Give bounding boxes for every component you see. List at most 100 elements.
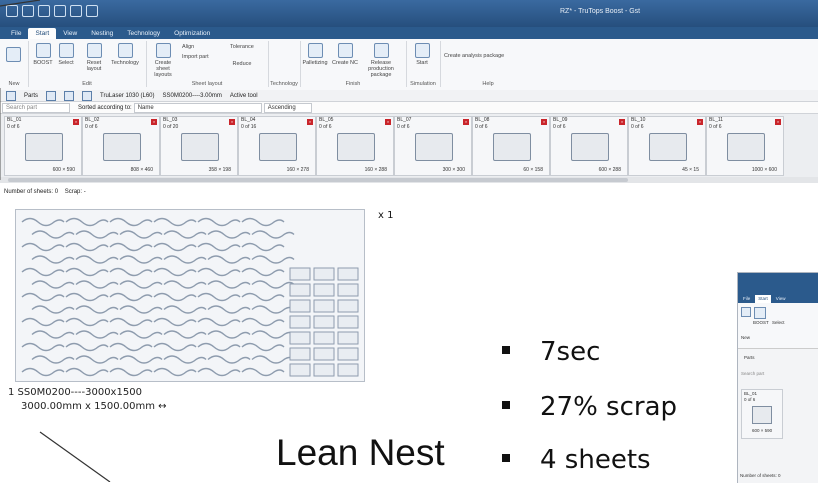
tolerance-label: Tolerance — [230, 44, 254, 50]
open-icon[interactable] — [54, 5, 66, 17]
save-icon[interactable] — [38, 5, 50, 17]
remove-part-icon[interactable]: × — [151, 119, 157, 125]
nested-part — [21, 292, 65, 302]
select-button[interactable]: Select — [56, 43, 76, 66]
align-button[interactable]: Align — [182, 44, 218, 50]
release-button[interactable]: Release production package — [360, 43, 402, 78]
boost-button[interactable]: BOOST — [32, 43, 54, 66]
remove-part-icon[interactable]: × — [697, 119, 703, 125]
sort-label: Sorted according to: — [78, 104, 132, 111]
machine-format[interactable]: TruLaser 1030 (L60) — [100, 93, 154, 99]
new-button[interactable] — [6, 47, 21, 64]
machine-icon[interactable] — [46, 90, 57, 101]
search-input[interactable]: Search part — [2, 102, 70, 113]
search-bar: Search part Sorted according to: Name As… — [0, 102, 818, 114]
tab-file[interactable]: File — [4, 28, 28, 39]
ribbon-group-label: Technology — [270, 81, 298, 87]
tab-start[interactable]: Start — [28, 28, 57, 39]
nest-icon[interactable] — [86, 5, 98, 17]
parts-label: Parts — [24, 92, 39, 99]
grid-view-icon[interactable] — [82, 90, 93, 101]
undo-icon[interactable] — [6, 5, 18, 17]
remove-part-icon[interactable]: × — [775, 119, 781, 125]
part-card[interactable]: BL_03 0 of 20 × 358 × 198 — [160, 116, 238, 176]
part-shape-preview — [571, 133, 609, 161]
remove-part-icon[interactable]: × — [619, 119, 625, 125]
analysis-button[interactable]: Create analysis package — [444, 53, 534, 59]
bullet-text: 7sec — [540, 337, 601, 367]
nested-part — [153, 267, 197, 277]
tab-optimization[interactable]: Optimization — [167, 28, 217, 39]
technology-icon — [117, 43, 133, 58]
remove-part-icon[interactable]: × — [463, 119, 469, 125]
part-card[interactable]: BL_07 0 of 6 × 300 × 300 — [394, 116, 472, 176]
ribbon-group-simulation: Start Simulation — [406, 41, 441, 87]
remove-part-icon[interactable]: × — [307, 119, 313, 125]
tab-nesting[interactable]: Nesting — [84, 28, 120, 39]
checkbox-icon[interactable] — [6, 90, 16, 101]
ribbon-group-technology: Technology — [268, 41, 301, 87]
inset-tab-view[interactable]: View — [773, 295, 789, 303]
material-format[interactable]: SS0M0200----3.00mm — [163, 93, 222, 99]
part-card[interactable]: BL_02 0 of 6 × 808 × 460 — [82, 116, 160, 176]
part-dimensions: 600 × 590 — [52, 167, 75, 173]
nested-sheet[interactable] — [15, 209, 365, 382]
remove-part-icon[interactable]: × — [385, 119, 391, 125]
start-simulation-button[interactable]: Start — [410, 43, 434, 66]
sort-select[interactable]: Name — [133, 102, 262, 113]
remove-part-icon[interactable]: × — [73, 119, 79, 125]
part-card[interactable]: BL_04 0 of 16 × 160 × 278 — [238, 116, 316, 176]
nested-part — [109, 317, 153, 327]
horizontal-scrollbar[interactable] — [0, 177, 818, 183]
create-sheet-button[interactable]: Create sheet layouts — [148, 43, 178, 78]
nested-part — [241, 292, 285, 302]
reduce-button[interactable]: Reduce — [230, 61, 254, 67]
align-label: Align — [182, 44, 195, 50]
tab-technology[interactable]: Technology — [120, 28, 167, 39]
part-shape-preview — [649, 133, 687, 161]
create-sheet-label: Create sheet layouts — [154, 60, 172, 78]
part-count: 0 of 6 — [85, 124, 98, 130]
inset-new-icon — [741, 307, 751, 317]
part-card[interactable]: BL_08 0 of 6 × 60 × 158 — [472, 116, 550, 176]
remove-part-icon[interactable]: × — [229, 119, 235, 125]
inset-tab-start[interactable]: Start — [755, 295, 771, 303]
tolerance-button[interactable]: Tolerance — [230, 44, 264, 50]
inset-tab-file[interactable]: File — [740, 295, 753, 303]
nested-part — [119, 330, 163, 339]
part-card[interactable]: BL_09 0 of 6 × 600 × 288 — [550, 116, 628, 176]
bullet-scrap: 27% scrap — [502, 392, 677, 422]
part-card[interactable]: BL_01 0 of 6 × 600 × 590 — [4, 116, 82, 176]
redo-icon[interactable] — [22, 5, 34, 17]
nested-part — [31, 305, 75, 314]
palletizing-button[interactable]: Palletizing — [300, 43, 330, 66]
tab-view[interactable]: View — [56, 28, 84, 39]
inset-search-input[interactable]: Search part — [741, 371, 764, 376]
import-part-button[interactable]: Import part — [182, 54, 222, 60]
bullet-sheets: 4 sheets — [502, 445, 651, 475]
sheet-dimensions: 3000.00mm x 1500.00mm ↔ — [21, 401, 167, 412]
nested-rect-part — [313, 347, 335, 361]
bullet-text: 4 sheets — [540, 445, 651, 475]
nested-part — [241, 342, 285, 352]
nested-rect-part — [337, 315, 359, 329]
technology-button[interactable]: Technology — [110, 43, 140, 66]
remove-part-icon[interactable]: × — [541, 119, 547, 125]
reset-button[interactable]: Reset layout — [82, 43, 106, 72]
list-view-icon[interactable] — [64, 90, 75, 101]
active-tool[interactable]: Active tool — [230, 93, 258, 99]
part-card[interactable]: BL_10 0 of 6 × 45 × 15 — [628, 116, 706, 176]
part-dimensions: 600 × 288 — [598, 167, 621, 173]
create-nc-button[interactable]: Create NC — [332, 43, 358, 66]
scroll-thumb[interactable] — [8, 178, 628, 182]
grid-icon[interactable] — [70, 5, 82, 17]
inset-part-card[interactable]: BL_01 0 of 6 600 × 590 — [741, 389, 783, 439]
nested-part — [65, 267, 109, 277]
part-count: 0 of 20 — [163, 124, 179, 130]
nested-rect-part — [337, 299, 359, 313]
sheets-count-value: 0 — [54, 189, 59, 195]
order-select[interactable]: Ascending — [263, 102, 312, 113]
part-card[interactable]: BL_05 0 of 6 × 160 × 288 — [316, 116, 394, 176]
nested-part — [21, 367, 65, 377]
part-card[interactable]: BL_11 0 of 6 × 1000 × 600 — [706, 116, 784, 176]
